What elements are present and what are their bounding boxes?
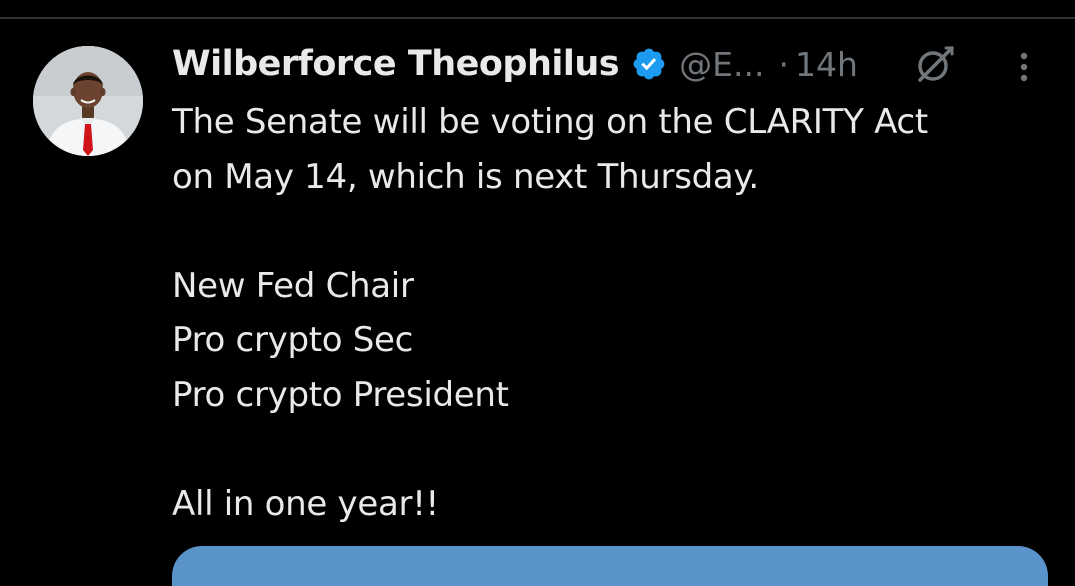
tweet-text-line: The Senate will be voting on the CLARITY… xyxy=(172,102,928,142)
tweet-text-line: New Fed Chair xyxy=(172,265,414,306)
more-options-icon[interactable] xyxy=(1014,48,1034,88)
timestamp[interactable]: 14h xyxy=(795,45,858,84)
grok-icon[interactable] xyxy=(912,42,958,88)
avatar-image xyxy=(33,46,143,156)
tweet-body: The Senate will be voting on the CLARITY… xyxy=(172,95,1052,531)
tweet-text-line: Pro crypto President xyxy=(172,374,509,415)
separator-dot: · xyxy=(778,44,789,84)
tweet-header: Wilberforce Theophilus @E... · 14h xyxy=(172,38,1052,90)
top-divider xyxy=(0,17,1075,19)
verified-badge-icon xyxy=(631,46,667,82)
author-name[interactable]: Wilberforce Theophilus xyxy=(172,44,620,84)
media-card-preview[interactable] xyxy=(172,546,1048,586)
avatar[interactable] xyxy=(33,46,143,156)
author-handle[interactable]: @E... xyxy=(679,45,764,84)
tweet-text-line: on May 14, which is next Thursday. xyxy=(172,156,759,197)
tweet-text-line: Pro crypto Sec xyxy=(172,320,414,360)
tweet-text-line: All in one year!! xyxy=(172,483,439,524)
